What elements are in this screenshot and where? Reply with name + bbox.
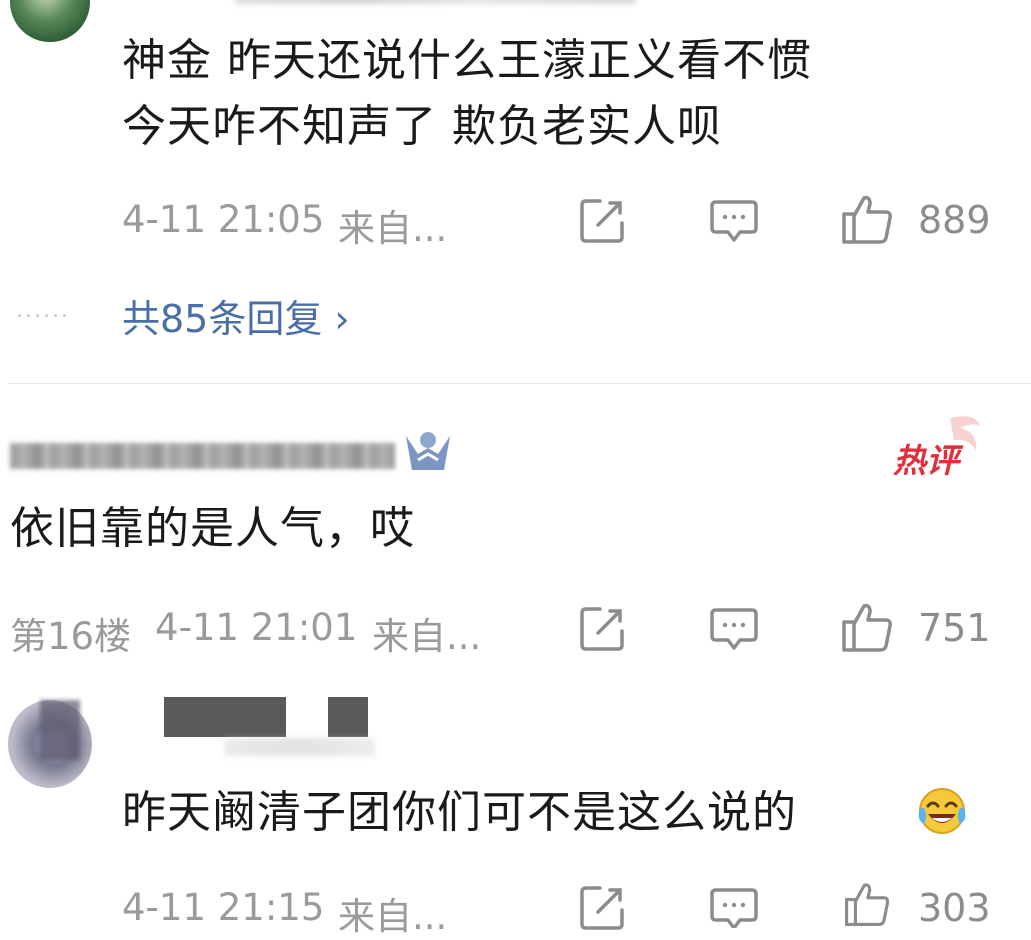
username-blurred[interactable] <box>10 443 395 469</box>
comment-text-line: 神金 昨天还说什么王濛正义看不惯 <box>122 35 812 86</box>
comment-text: 昨天阚清子团你们可不是这么说的 <box>122 787 797 838</box>
share-edit-icon[interactable] <box>578 197 626 245</box>
comment-text-line: 今天咋不知声了 欺负老实人呗 <box>122 101 722 152</box>
vip-person-icon <box>404 430 452 474</box>
view-replies-link[interactable]: 共85条回复 › <box>122 288 350 343</box>
divider <box>8 383 1031 384</box>
comment-time: 4-11 21:05 <box>122 198 325 241</box>
like-count: 889 <box>918 198 991 242</box>
comment-floor: 第16楼 <box>10 615 132 658</box>
like-count: 751 <box>918 606 991 650</box>
comment-bubble-icon[interactable] <box>710 198 758 244</box>
share-edit-icon[interactable] <box>578 884 626 932</box>
username-redaction <box>328 697 368 737</box>
laughing-crying-emoji-icon <box>916 786 968 836</box>
comment-text: 依旧靠的是人气，哎 <box>10 503 415 554</box>
thumbs-up-icon[interactable] <box>840 192 894 246</box>
comment-source: 来自... <box>372 615 482 658</box>
username-blurred[interactable] <box>225 738 375 756</box>
thumbs-up-icon[interactable] <box>840 880 894 928</box>
comment-source: 来自... <box>338 207 448 250</box>
avatar-detail <box>40 700 80 760</box>
hot-comment-badge: 热评 <box>893 441 959 480</box>
replies-dots: ...... <box>16 298 70 323</box>
comment-source: 来自... <box>338 895 448 938</box>
username-blurred[interactable] <box>235 0 635 4</box>
comment-time: 4-11 21:01 <box>155 606 358 649</box>
username-redaction <box>164 697 286 737</box>
comment-time: 4-11 21:15 <box>122 886 325 929</box>
comment-bubble-icon[interactable] <box>710 886 758 930</box>
avatar[interactable] <box>10 0 90 42</box>
thumbs-up-icon[interactable] <box>840 600 894 654</box>
share-edit-icon[interactable] <box>578 605 626 653</box>
comment-bubble-icon[interactable] <box>710 606 758 652</box>
like-count: 303 <box>918 886 991 930</box>
